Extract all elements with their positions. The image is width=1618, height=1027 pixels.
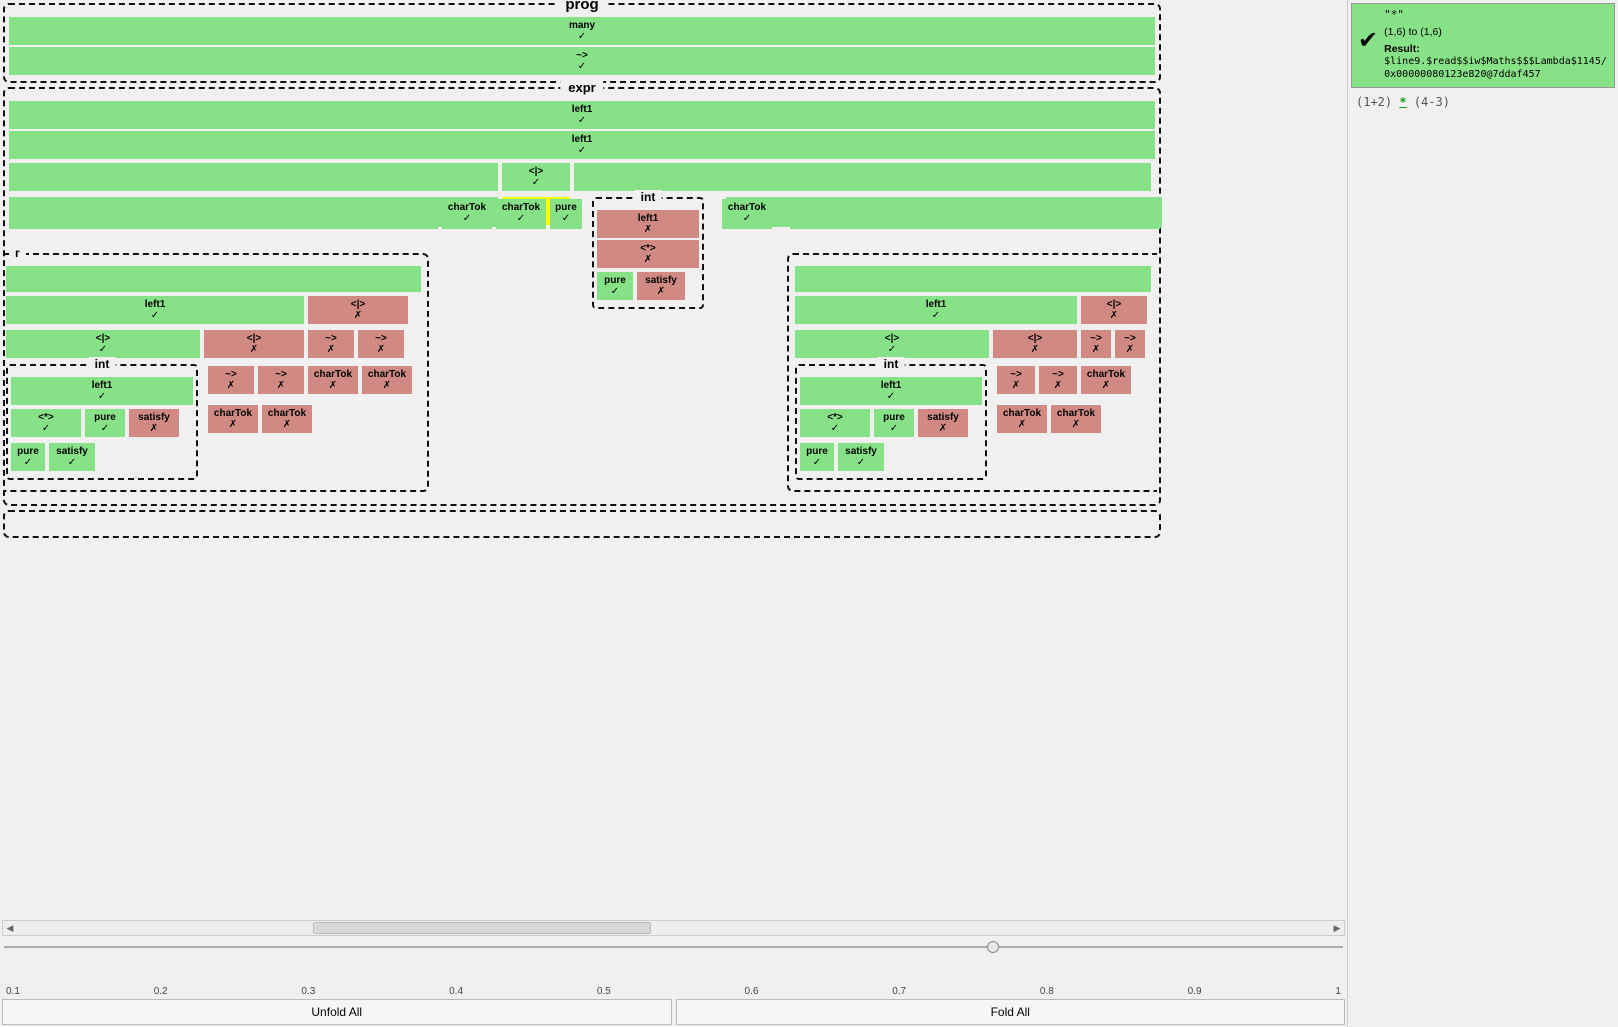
code-pre: (1+2) (1356, 95, 1392, 109)
rp-strip[interactable] (795, 266, 1151, 292)
rp-int-satisfy2[interactable]: satisfy✓ (838, 443, 884, 471)
group-int-left[interactable]: int left1✓ <*>✓ pure✓ satisfy✗ (6, 364, 198, 480)
sidebar: ✔ "*" (1,6) to (1,6) Result: $line9.$rea… (1348, 0, 1618, 1027)
rp-alt-ok[interactable]: <|>✓ (795, 330, 989, 358)
rp-charTok-f2[interactable]: charTok✗ (1051, 405, 1101, 433)
group-int-mid[interactable]: int left1✗ <*>✗ pure✓ satisfy✗ (592, 197, 704, 309)
code-highlight: * (1399, 95, 1406, 109)
rp-tilde-f2[interactable]: ~>✗ (1039, 366, 1077, 394)
node-green-wide-l3[interactable] (9, 199, 438, 229)
lp-int-pure[interactable]: pure✓ (85, 409, 125, 437)
lp-alt-fail2[interactable]: <|>✗ (204, 330, 304, 358)
lp-int-left1[interactable]: left1✓ (11, 377, 193, 405)
rp-int-left1[interactable]: left1✓ (800, 377, 982, 405)
node-alt[interactable]: <|>✓ (502, 163, 570, 191)
rp-tilde-f1[interactable]: ~>✗ (997, 366, 1035, 394)
lp-left1[interactable]: left1✓ (6, 296, 304, 324)
group-label-prog: prog (557, 0, 606, 13)
node-green-wide-r3[interactable] (790, 199, 1160, 229)
node-charTok-a[interactable]: charTok✓ (442, 199, 492, 229)
bottom-controls: ◀ ▶ 0.10.20.30.40.50.60.70.80.91 Unfold … (0, 918, 1347, 1027)
unfold-all-button[interactable]: Unfold All (2, 999, 672, 1025)
rp-charTok-f[interactable]: charTok✗ (1081, 366, 1131, 394)
lp-tilde-f2[interactable]: ~>✗ (358, 330, 404, 358)
lp-tilde-f1[interactable]: ~>✗ (308, 330, 354, 358)
group-collapsed-bottom[interactable] (3, 510, 1161, 538)
lp-int-pure2[interactable]: pure✓ (11, 443, 45, 471)
rp-int-satisfy[interactable]: satisfy✗ (918, 409, 968, 437)
node-charTok-c[interactable]: charTok✓ (722, 199, 772, 229)
check-icon: ✔ (1358, 26, 1378, 55)
group-label-int-mid: int (635, 190, 662, 204)
info-node-title: "*" (1384, 8, 1608, 22)
info-range: (1,6) to (1,6) (1384, 26, 1608, 39)
info-result-value: $line9.$read$$iw$Maths$$$Lambda$1145/0x0… (1384, 56, 1608, 81)
group-prog[interactable]: prog many✓ ~>✓ (3, 3, 1161, 83)
lp-alt-fail-big[interactable]: <|>✗ (308, 296, 408, 324)
expr-row-alt: <|>✓ (9, 161, 1155, 193)
lp-charTok-f1[interactable]: charTok✗ (308, 366, 358, 394)
zoom-tick-labels: 0.10.20.30.40.50.60.70.80.91 (6, 964, 1341, 997)
scroll-right-arrow[interactable]: ▶ (1330, 921, 1344, 935)
lp-int-satisfy[interactable]: satisfy✗ (129, 409, 179, 437)
int-mid-satisfy[interactable]: satisfy✗ (637, 272, 685, 300)
rp-tilde-f[interactable]: ~>✗ (1081, 330, 1111, 358)
int-mid-pure[interactable]: pure✓ (597, 272, 633, 300)
group-label-expr: expr (560, 80, 603, 95)
horizontal-scrollbar[interactable]: ◀ ▶ (2, 920, 1345, 936)
int-mid-left1[interactable]: left1✗ (597, 210, 699, 238)
expr-lower-row: r left1✓ <|>✗ <|>✓ <|>✗ (9, 251, 1155, 494)
tree-content: prog many✓ ~>✓ expr left1✓ (3, 3, 1161, 538)
rp-charTok-f1[interactable]: charTok✗ (997, 405, 1047, 433)
rp-alt-fail-big[interactable]: <|>✗ (1081, 296, 1147, 324)
rp-int-pure2[interactable]: pure✓ (800, 443, 834, 471)
tree-scroll-area[interactable]: prog many✓ ~>✓ expr left1✓ (0, 0, 1347, 918)
lp-charTok-f4[interactable]: charTok✗ (262, 405, 312, 433)
scrollbar-thumb[interactable] (313, 922, 651, 934)
main-panel: prog many✓ ~>✓ expr left1✓ (0, 0, 1348, 1027)
zoom-slider[interactable] (4, 938, 1343, 962)
node-many[interactable]: many✓ (9, 17, 1155, 45)
node-charTok-b[interactable]: charTok✓ (496, 199, 546, 229)
rp-int-pure[interactable]: pure✓ (874, 409, 914, 437)
rp-int-star[interactable]: <*>✓ (800, 409, 870, 437)
lp-charTok-f3[interactable]: charTok✗ (208, 405, 258, 433)
node-green-wide-l[interactable] (9, 163, 498, 191)
code-post: (4-3) (1414, 95, 1450, 109)
info-card[interactable]: ✔ "*" (1,6) to (1,6) Result: $line9.$rea… (1351, 3, 1615, 88)
lp-charTok-f2[interactable]: charTok✗ (362, 366, 412, 394)
group-label-int-left: int (89, 357, 116, 371)
group-label-int-right: int (878, 357, 905, 371)
rp-tilde-fextra[interactable]: ~>✗ (1115, 330, 1145, 358)
int-mid-star[interactable]: <*>✗ (597, 240, 699, 268)
rp-alt-fail2[interactable]: <|>✗ (993, 330, 1077, 358)
lp-int-star[interactable]: <*>✓ (11, 409, 81, 437)
lp-alt-ok[interactable]: <|>✓ (6, 330, 200, 358)
scroll-left-arrow[interactable]: ◀ (3, 921, 17, 935)
lp-int-satisfy2[interactable]: satisfy✓ (49, 443, 95, 471)
zoom-handle[interactable] (987, 941, 999, 953)
node-left1-b[interactable]: left1✓ (9, 131, 1155, 159)
fold-all-button[interactable]: Fold All (676, 999, 1346, 1025)
group-expr[interactable]: expr left1✓ left1✓ <|>✓ (3, 87, 1161, 506)
code-line: (1+2) * (4-3) (1348, 91, 1618, 113)
group-label-r: r (9, 246, 26, 260)
lp-tilde-f4[interactable]: ~>✗ (258, 366, 304, 394)
node-tilde[interactable]: ~>✓ (9, 47, 1155, 75)
zoom-track (4, 946, 1343, 948)
info-result-label: Result: (1384, 43, 1420, 55)
group-r-left[interactable]: r left1✓ <|>✗ <|>✓ <|>✗ (3, 253, 429, 492)
node-green-wide-r[interactable] (574, 163, 1151, 191)
group-r-right[interactable]: left1✓ <|>✗ <|>✓ <|>✗ ~>✗ ~>✗ (787, 253, 1157, 492)
expr-row-chartok: charTok✓ charTok✓ pure✓ charTok✓ (9, 197, 1155, 231)
lp-strip[interactable] (6, 266, 421, 292)
lp-tilde-f3[interactable]: ~>✗ (208, 366, 254, 394)
group-int-right[interactable]: int left1✓ <*>✓ pure✓ satisfy✗ (795, 364, 987, 480)
rp-left1[interactable]: left1✓ (795, 296, 1077, 324)
node-left1-a[interactable]: left1✓ (9, 101, 1155, 129)
node-pure[interactable]: pure✓ (550, 199, 582, 229)
